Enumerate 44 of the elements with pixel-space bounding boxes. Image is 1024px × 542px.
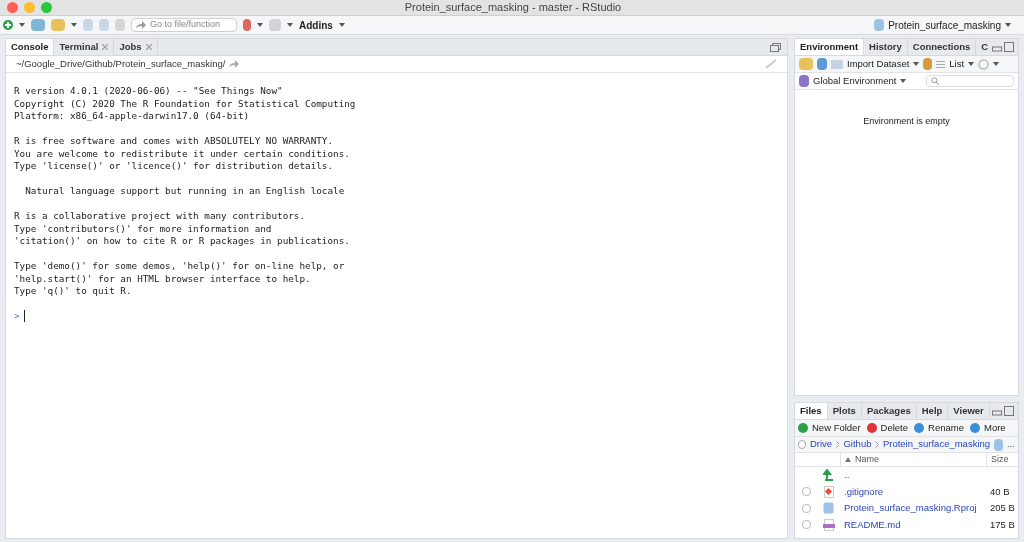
console-line: Type 'license()' or 'licence()' for distribution details. (14, 160, 334, 173)
working-directory: ~/Google_Drive/Github/Protein_surface_masking/ (16, 56, 226, 71)
file-link[interactable]: .. (840, 468, 1018, 483)
console-line: Platform: x86_64-apple-darwin17.0 (64-bit) (14, 110, 250, 123)
console-line: You are welcome to redistribute it under certain conditions. (14, 147, 350, 160)
console-line: Copyright (C) 2020 The R Foundation for Statistical Computing (14, 97, 356, 110)
pane-tab[interactable]: Environment (795, 39, 865, 55)
console-line: 'help.start()' for an HTML browser interface to help. (14, 272, 311, 285)
file-action-button[interactable]: New Folder (798, 420, 861, 436)
pane-tab[interactable]: Console (6, 39, 55, 55)
file-size: 175 B (989, 517, 1016, 532)
console-line: 'citation()' on how to cite R or R packages in publications. (14, 235, 350, 248)
console-line: R version 4.0.1 (2020-06-06) -- "See Things Now" (14, 85, 283, 98)
file-link[interactable]: README.md (840, 517, 986, 532)
file-size: 40 B (989, 484, 1011, 499)
import-dataset-button[interactable]: Import Dataset (831, 56, 910, 72)
pane-tab[interactable]: Files (795, 403, 828, 419)
column-label: Name (855, 452, 879, 466)
console-line: Type 'q()' to quit R. (14, 285, 132, 298)
file-action-button[interactable]: Delete (866, 420, 909, 436)
addins-menu[interactable]: Addins (299, 17, 333, 33)
file-link[interactable]: .gitignore (840, 484, 986, 499)
window-title: Protein_surface_masking - master - RStudio (403, 0, 623, 16)
file-link[interactable]: Protein_surface_masking.Rproj (840, 501, 986, 516)
file-size: 205 B (989, 501, 1016, 516)
goto-field[interactable]: Go to file/function (131, 18, 237, 32)
console-prompt: > (14, 310, 20, 323)
more-path-button[interactable]: ... (1007, 437, 1015, 452)
file-action-button[interactable]: More (969, 420, 1006, 436)
console-line: Type 'demo()' for some demos, 'help()' for on-line help, or (14, 260, 345, 273)
column-header[interactable]: Size (986, 452, 1018, 467)
console-line: Natural language support but running in an English locale (24, 185, 345, 198)
column-header[interactable]: Name (840, 452, 986, 467)
breadcrumb-link[interactable]: Protein_surface_masking (882, 437, 991, 452)
file-action-button[interactable]: Rename (914, 420, 964, 436)
empty-message: Environment is empty (863, 115, 950, 128)
console-line: R is free software and comes with ABSOLUTELY NO WARRANTY. (14, 135, 334, 148)
list-view-button[interactable]: List (936, 56, 965, 72)
console-line: R is a collaborative project with many contributors. (14, 210, 306, 223)
environment-menu[interactable]: Global Environment (813, 73, 897, 89)
project-menu[interactable]: Protein_surface_masking (888, 17, 1001, 33)
breadcrumb-link[interactable]: Github (843, 437, 872, 452)
breadcrumb-link[interactable]: Drive (809, 437, 833, 452)
console-line: Type 'contributors()' for more information and (14, 222, 272, 235)
